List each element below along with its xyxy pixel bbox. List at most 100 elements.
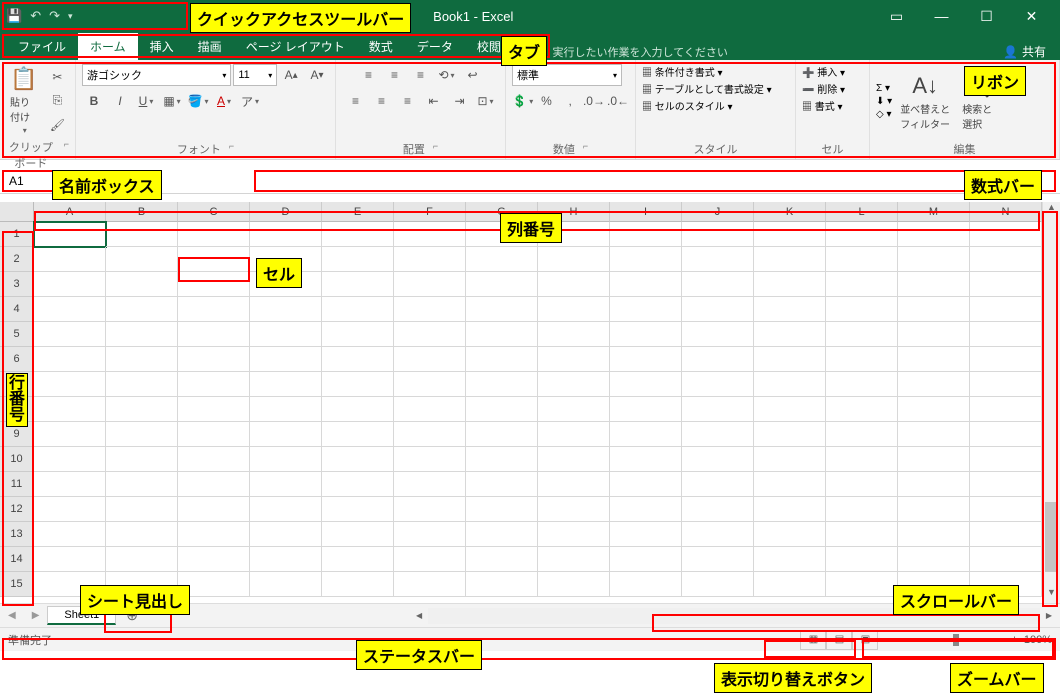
cell[interactable]: [322, 447, 394, 472]
column-header[interactable]: E: [322, 202, 394, 222]
cell[interactable]: [538, 247, 610, 272]
cell[interactable]: [610, 497, 682, 522]
cell[interactable]: [538, 272, 610, 297]
cell[interactable]: [394, 247, 466, 272]
cell[interactable]: [34, 397, 106, 422]
increase-indent-button[interactable]: ⇥: [448, 90, 472, 112]
cell[interactable]: [322, 222, 394, 247]
cell[interactable]: [178, 397, 250, 422]
cell[interactable]: [682, 372, 754, 397]
cell[interactable]: [826, 422, 898, 447]
cell[interactable]: [106, 272, 178, 297]
row-header[interactable]: 3: [0, 272, 34, 297]
cell[interactable]: [394, 272, 466, 297]
cell[interactable]: [610, 547, 682, 572]
enter-formula-icon[interactable]: ✓: [132, 174, 142, 188]
cell[interactable]: [754, 322, 826, 347]
cell[interactable]: [970, 447, 1042, 472]
cell[interactable]: [178, 322, 250, 347]
cell[interactable]: [34, 247, 106, 272]
cell[interactable]: [538, 422, 610, 447]
cell[interactable]: [970, 372, 1042, 397]
cell[interactable]: [826, 522, 898, 547]
row-header[interactable]: 6: [0, 347, 34, 372]
cell[interactable]: [394, 447, 466, 472]
tab-file[interactable]: ファイル: [6, 33, 78, 60]
cell[interactable]: [106, 247, 178, 272]
tab-draw[interactable]: 描画: [186, 33, 234, 60]
cell[interactable]: [34, 472, 106, 497]
cell[interactable]: [394, 472, 466, 497]
zoom-slider[interactable]: [905, 638, 1005, 642]
cell[interactable]: [34, 222, 106, 247]
cell[interactable]: [826, 347, 898, 372]
cell[interactable]: [322, 547, 394, 572]
align-left-button[interactable]: ≡: [344, 90, 368, 112]
row-header[interactable]: 9: [0, 422, 34, 447]
cell[interactable]: [250, 397, 322, 422]
cell[interactable]: [250, 422, 322, 447]
cell[interactable]: [826, 247, 898, 272]
cell[interactable]: [754, 247, 826, 272]
cell[interactable]: [106, 372, 178, 397]
align-middle-button[interactable]: ≡: [383, 64, 407, 86]
cell[interactable]: [394, 222, 466, 247]
cell[interactable]: [394, 322, 466, 347]
cell[interactable]: [754, 272, 826, 297]
formula-input[interactable]: [169, 168, 1060, 193]
cell[interactable]: [106, 222, 178, 247]
cell[interactable]: [826, 497, 898, 522]
cell[interactable]: [754, 372, 826, 397]
cell[interactable]: [250, 272, 322, 297]
sort-filter-button[interactable]: A↓ 並べ替えと フィルター: [896, 71, 954, 133]
cell[interactable]: [826, 447, 898, 472]
cell[interactable]: [610, 397, 682, 422]
cell[interactable]: [826, 322, 898, 347]
cell[interactable]: [34, 347, 106, 372]
cell[interactable]: [34, 322, 106, 347]
cell[interactable]: [394, 547, 466, 572]
row-header[interactable]: 5: [0, 322, 34, 347]
cell[interactable]: [322, 372, 394, 397]
cell[interactable]: [322, 497, 394, 522]
column-header[interactable]: I: [610, 202, 682, 222]
cell[interactable]: [682, 397, 754, 422]
autosum-button[interactable]: Σ ▾: [876, 83, 892, 94]
cell[interactable]: [106, 497, 178, 522]
paste-button[interactable]: 📋 貼り付け ▾: [6, 64, 41, 137]
sheet-tab-sheet1[interactable]: Sheet1: [47, 606, 116, 625]
cell[interactable]: [970, 572, 1042, 597]
align-right-button[interactable]: ≡: [396, 90, 420, 112]
cell[interactable]: [250, 247, 322, 272]
column-header[interactable]: N: [970, 202, 1042, 222]
cell[interactable]: [106, 422, 178, 447]
cell[interactable]: [610, 347, 682, 372]
maximize-button[interactable]: ☐: [964, 0, 1009, 32]
cell[interactable]: [754, 522, 826, 547]
cell[interactable]: [898, 372, 970, 397]
cell[interactable]: [970, 422, 1042, 447]
add-sheet-button[interactable]: ⊕: [116, 607, 148, 624]
cell[interactable]: [826, 572, 898, 597]
zoom-out-button[interactable]: —: [888, 634, 899, 646]
cell[interactable]: [322, 347, 394, 372]
clipboard-launcher[interactable]: ⌐: [64, 139, 69, 171]
cell[interactable]: [682, 572, 754, 597]
column-header[interactable]: G: [466, 202, 538, 222]
cell[interactable]: [34, 372, 106, 397]
cell[interactable]: [34, 272, 106, 297]
cell[interactable]: [178, 372, 250, 397]
fill-button[interactable]: ⬇ ▾: [876, 96, 892, 107]
cell[interactable]: [970, 472, 1042, 497]
column-header[interactable]: F: [394, 202, 466, 222]
cell[interactable]: [538, 372, 610, 397]
redo-icon[interactable]: ↷: [49, 8, 60, 24]
cell[interactable]: [610, 572, 682, 597]
cell[interactable]: [610, 372, 682, 397]
cell[interactable]: [754, 297, 826, 322]
cell[interactable]: [538, 397, 610, 422]
name-box[interactable]: [2, 171, 102, 191]
conditional-format-button[interactable]: ▦ 条件付き書式 ▾: [642, 64, 723, 79]
cell[interactable]: [250, 572, 322, 597]
cell[interactable]: [466, 422, 538, 447]
